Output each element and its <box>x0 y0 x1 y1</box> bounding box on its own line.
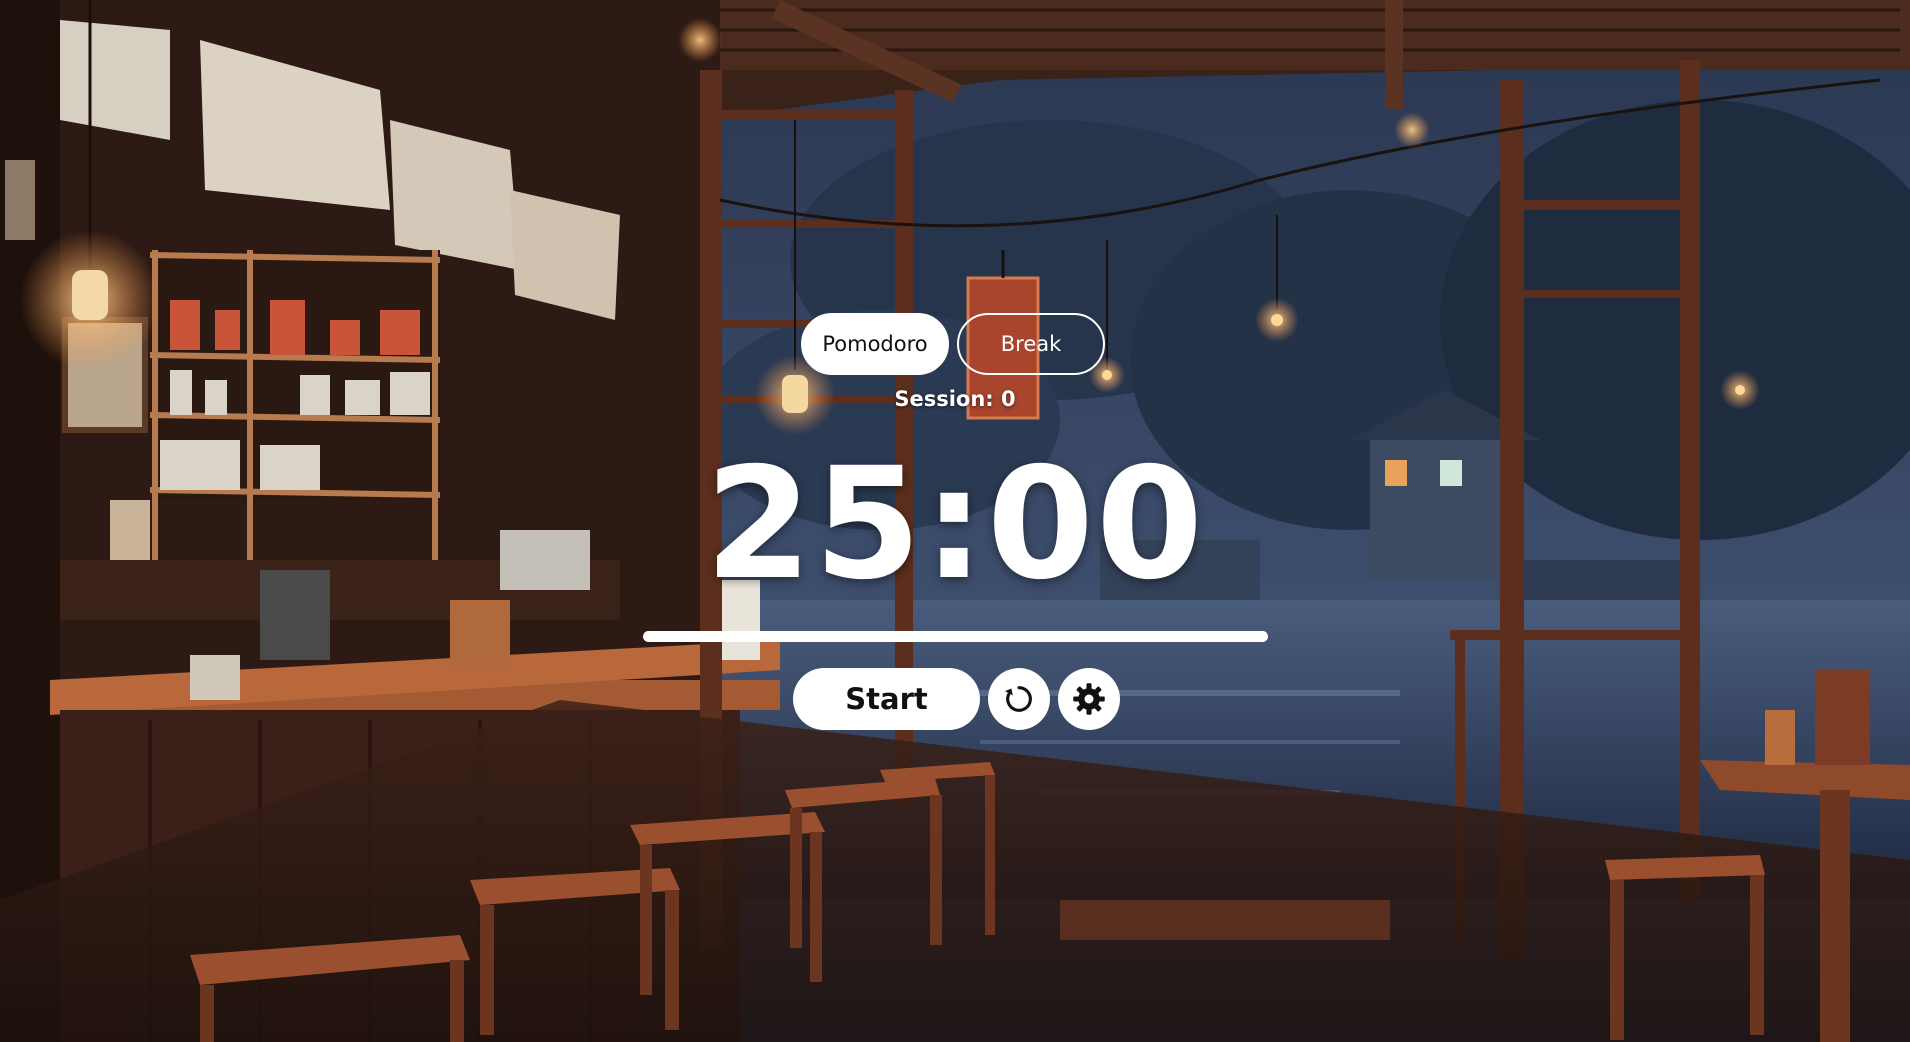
reset-button[interactable] <box>988 668 1050 730</box>
reset-icon <box>1005 686 1032 712</box>
timer-controls: Start <box>793 668 1120 730</box>
progress-bar <box>643 631 1268 642</box>
session-count: 0 <box>1001 387 1016 411</box>
session-prefix: Session: <box>894 387 994 411</box>
start-button[interactable]: Start <box>793 668 980 730</box>
pomodoro-timer: Pomodoro Break Session: 0 25:00 Start <box>0 0 1910 1042</box>
mode-tabs: Pomodoro Break <box>801 313 1105 375</box>
timer-display: 25:00 <box>704 435 1206 614</box>
session-counter: Session: 0 <box>855 387 1055 411</box>
gear-icon <box>1073 683 1105 715</box>
tab-break[interactable]: Break <box>957 313 1105 375</box>
progress-fill <box>643 631 1268 642</box>
tab-pomodoro[interactable]: Pomodoro <box>801 313 949 375</box>
settings-button[interactable] <box>1058 668 1120 730</box>
